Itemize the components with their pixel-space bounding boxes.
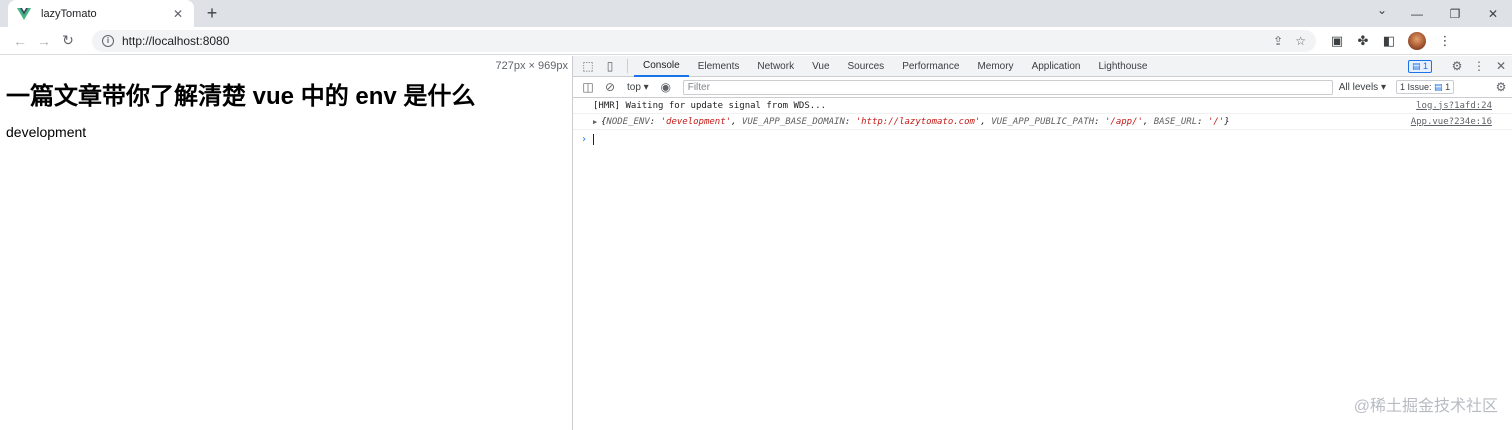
object-value: '/app/'	[1104, 116, 1143, 127]
log-levels-dropdown[interactable]: All levels ▾	[1339, 82, 1386, 93]
divider	[627, 59, 628, 73]
devtools-tabbar: ⬚ ▯ Console Elements Network Vue Sources…	[573, 56, 1512, 77]
console-toolbar: ◫ ⊘ top ▾ ◉ Filter All levels ▾ 1 Issue:…	[573, 77, 1512, 98]
devtools-actions: ▤ 1 ⚙ ⋮ ✕	[1407, 59, 1512, 73]
object-value: '/'	[1207, 116, 1225, 127]
minimize-icon[interactable]: —	[1398, 7, 1436, 21]
object-value: 'development'	[660, 116, 732, 127]
close-devtools-icon[interactable]: ✕	[1490, 59, 1512, 73]
tab-lighthouse[interactable]: Lighthouse	[1089, 56, 1156, 77]
viewport-dimensions: 727px × 969px	[495, 60, 568, 72]
object-key: VUE_APP_BASE_DOMAIN	[741, 116, 845, 127]
menu-kebab-icon[interactable]: ⋮	[1432, 33, 1458, 49]
console-message: [HMR] Waiting for update signal from WDS…	[573, 98, 1512, 114]
tab-vue[interactable]: Vue	[803, 56, 838, 77]
content-area: 727px × 969px 一篇文章带你了解清楚 vue 中的 env 是什么 …	[0, 56, 1512, 430]
tab-console[interactable]: Console	[634, 56, 689, 77]
sidebar-toggle-icon[interactable]: ◫	[577, 80, 599, 94]
tab-performance[interactable]: Performance	[893, 56, 968, 77]
console-message-source-link[interactable]: log.js?1afd:24	[1416, 101, 1492, 111]
filter-input[interactable]: Filter	[682, 79, 1333, 95]
tab-network[interactable]: Network	[748, 56, 803, 77]
extension-icon[interactable]: ▣	[1324, 33, 1350, 49]
issues-count: 1	[1445, 82, 1451, 92]
tab-title: lazyTomato	[41, 7, 97, 20]
brace-close: }	[1224, 116, 1230, 127]
object-key: BASE_URL	[1153, 116, 1198, 127]
chevron-down-icon[interactable]: ⌄	[1374, 3, 1390, 17]
prompt-chevron-icon: ›	[581, 133, 588, 145]
console-message-source-link[interactable]: App.vue?234e:16	[1411, 117, 1492, 127]
console-message[interactable]: ▶ {NODE_ENV: 'development', VUE_APP_BASE…	[573, 114, 1512, 130]
console-prompt[interactable]: ›	[573, 130, 1512, 148]
forward-arrow-icon[interactable]: →	[32, 33, 56, 49]
restore-icon[interactable]: ❐	[1436, 7, 1474, 21]
console-message-text: [HMR] Waiting for update signal from WDS…	[593, 100, 826, 111]
env-value-text: development	[6, 124, 87, 140]
page-viewport: 727px × 969px 一篇文章带你了解清楚 vue 中的 env 是什么 …	[0, 56, 572, 430]
window-controls: — ❐ ✕	[1398, 0, 1512, 27]
context-selector[interactable]: top ▾	[627, 82, 649, 93]
tab-memory[interactable]: Memory	[968, 56, 1022, 77]
close-window-icon[interactable]: ✕	[1474, 7, 1512, 21]
watermark: @稀土掘金技术社区	[1353, 398, 1498, 415]
back-arrow-icon[interactable]: ←	[8, 33, 32, 49]
clear-console-icon[interactable]: ⊘	[599, 80, 621, 94]
device-toggle-icon[interactable]: ▯	[599, 59, 621, 73]
object-value: 'http://lazytomato.com'	[855, 116, 981, 127]
console-output: [HMR] Waiting for update signal from WDS…	[573, 98, 1512, 148]
message-count-badge[interactable]: ▤ 1	[1407, 59, 1432, 73]
object-key: NODE_ENV	[606, 116, 650, 127]
object-key: VUE_APP_PUBLIC_PATH	[991, 116, 1095, 127]
tab-strip: lazyTomato ✕ + ⌄ — ❐ ✕	[0, 0, 1512, 27]
vue-logo-icon	[17, 7, 31, 20]
expand-triangle-icon[interactable]: ▶	[593, 118, 597, 126]
side-panel-icon[interactable]: ◧	[1376, 33, 1402, 49]
inspect-element-icon[interactable]: ⬚	[577, 59, 599, 73]
tab-elements[interactable]: Elements	[689, 56, 749, 77]
bookmark-star-icon[interactable]: ☆	[1295, 34, 1306, 48]
gear-icon[interactable]: ⚙	[1446, 59, 1468, 73]
console-object-preview[interactable]: {NODE_ENV: 'development', VUE_APP_BASE_D…	[593, 117, 1411, 127]
issues-button[interactable]: 1 Issue: ▤ 1	[1396, 80, 1455, 94]
console-settings-gear-icon[interactable]: ⚙	[1490, 80, 1512, 94]
page-title: 一篇文章带你了解清楚 vue 中的 env 是什么	[6, 83, 476, 110]
context-value: top	[627, 81, 641, 93]
message-count: 1	[1422, 60, 1428, 71]
text-caret	[593, 133, 595, 145]
url-text[interactable]: http://localhost:8080	[122, 34, 1261, 48]
more-options-icon[interactable]: ⋮	[1468, 59, 1490, 73]
address-bar[interactable]: i http://localhost:8080 ⇪ ☆	[92, 29, 1316, 52]
tab-application[interactable]: Application	[1023, 56, 1090, 77]
issues-label: 1 Issue:	[1400, 82, 1432, 92]
tab-sources[interactable]: Sources	[839, 56, 894, 77]
new-tab-button[interactable]: +	[202, 3, 222, 23]
issues-icon: ▤	[1434, 82, 1443, 92]
avatar[interactable]	[1408, 31, 1426, 50]
browser-toolbar: ← → ↻ i http://localhost:8080 ⇪ ☆ ▣ ✤ ◧ …	[0, 27, 1512, 55]
browser-tab[interactable]: lazyTomato ✕	[8, 0, 194, 27]
share-icon[interactable]: ⇪	[1273, 34, 1283, 48]
reload-icon[interactable]: ↻	[56, 32, 80, 49]
info-icon[interactable]: i	[102, 34, 114, 47]
puzzle-icon[interactable]: ✤	[1350, 33, 1376, 49]
close-tab-icon[interactable]: ✕	[170, 7, 186, 21]
log-levels-value: All levels	[1338, 81, 1379, 93]
devtools-panel: ⬚ ▯ Console Elements Network Vue Sources…	[572, 56, 1512, 430]
eye-icon[interactable]: ◉	[655, 80, 677, 94]
